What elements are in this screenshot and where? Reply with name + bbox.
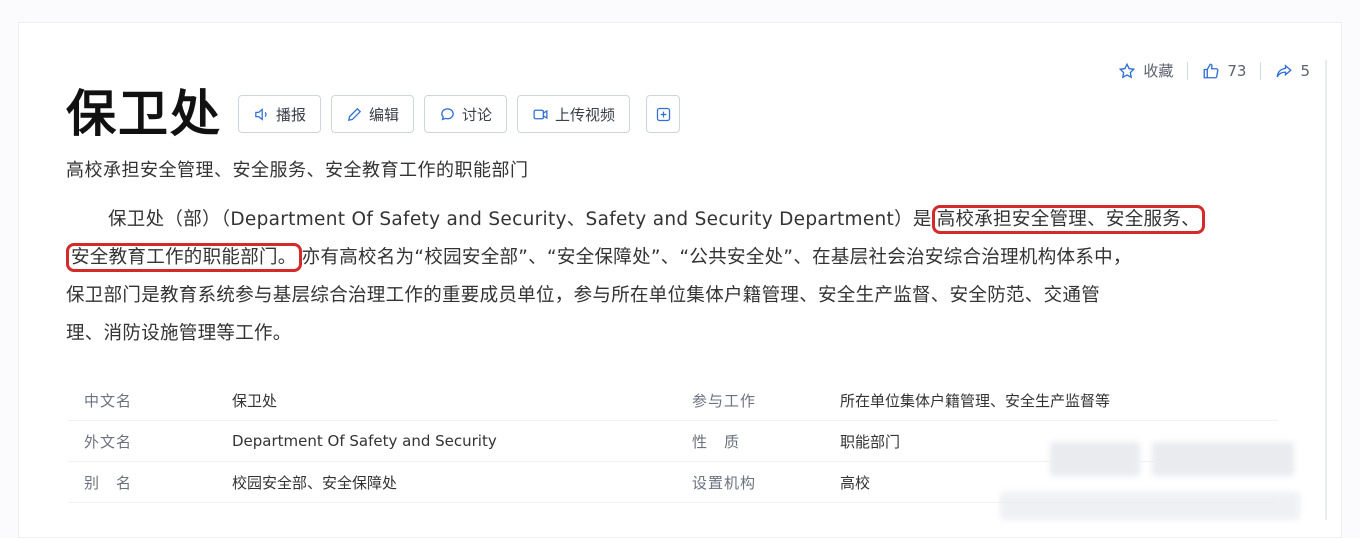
info-value: 保卫处 (232, 391, 278, 410)
upload-video-button[interactable]: 上传视频 (517, 95, 631, 133)
like-button[interactable]: 73 (1202, 62, 1246, 80)
edit-button[interactable]: 编辑 (331, 95, 415, 133)
divider (1187, 61, 1189, 80)
info-row: 中文名 保卫处 参与工作 所在单位集体户籍管理、安全生产监督等 (68, 380, 1278, 421)
paragraph-text: 保卫处（部）（Department Of Safety and Security… (108, 209, 932, 230)
favorite-label: 收藏 (1143, 62, 1174, 80)
info-value: 校园安全部、安全保障处 (232, 473, 398, 492)
favorite-button[interactable]: 收藏 (1118, 60, 1173, 81)
report-button[interactable]: 播报 (238, 95, 322, 133)
info-label: 性 质 (692, 432, 741, 451)
info-value: 职能部门 (840, 432, 901, 451)
plus-icon (656, 107, 670, 121)
paragraph-text: 亦有高校名为“校园安全部”、“安全保障处”、“公共安全处”、在基层社会治安综合治… (301, 247, 1132, 268)
chat-bubble-icon (441, 107, 454, 120)
pencil-icon (348, 107, 362, 121)
scroll-divider (1325, 60, 1327, 520)
thumbs-up-icon (1203, 63, 1219, 78)
highlighted-phrase: 安全教育工作的职能部门。 (66, 243, 302, 272)
share-count: 5 (1300, 61, 1310, 80)
info-label: 别 名 (84, 473, 133, 492)
info-value: Department Of Safety and Security (232, 432, 497, 450)
paragraph-line-4: 理、消防设施管理等工作。 (66, 323, 292, 344)
watermark (1152, 442, 1294, 476)
info-value: 高校 (840, 473, 871, 492)
share-button[interactable]: 5 (1275, 62, 1310, 80)
info-label: 外文名 (84, 432, 133, 451)
info-label: 设置机构 (692, 473, 757, 492)
watermark (1050, 442, 1140, 476)
speaker-icon (255, 107, 267, 121)
discuss-button[interactable]: 讨论 (424, 95, 508, 133)
like-count: 73 (1227, 61, 1247, 80)
entry-summary: 高校承担安全管理、安全服务、安全教育工作的职能部门 (66, 160, 529, 181)
report-label: 播报 (276, 105, 307, 124)
entry-paragraph: 保卫处（部）（Department Of Safety and Security… (66, 201, 1266, 353)
add-button[interactable] (646, 95, 681, 133)
paragraph-line-1: 保卫处（部）（Department Of Safety and Security… (66, 201, 1266, 239)
entry-actions: 收藏 73 5 (1118, 60, 1310, 81)
info-label: 参与工作 (692, 391, 757, 410)
paragraph-line-3: 保卫部门是教育系统参与基层综合治理工作的重要成员单位，参与所在单位集体户籍管理、… (66, 285, 1101, 306)
info-label: 中文名 (84, 391, 133, 410)
video-icon (533, 109, 548, 119)
discuss-label: 讨论 (462, 105, 493, 124)
entry-toolbar: 播报 编辑 讨论 上传视频 (238, 95, 681, 133)
page-title: 保卫处 (66, 84, 222, 143)
info-value: 所在单位集体户籍管理、安全生产监督等 (840, 391, 1111, 410)
paragraph-line-2: 安全教育工作的职能部门。 亦有高校名为“校园安全部”、“安全保障处”、“公共安全处… (66, 239, 1266, 277)
star-icon (1119, 62, 1136, 78)
edit-label: 编辑 (369, 105, 400, 124)
divider (1260, 61, 1262, 80)
watermark (1000, 492, 1300, 520)
highlighted-phrase: 高校承担安全管理、安全服务、 (931, 205, 1205, 234)
share-icon (1277, 63, 1293, 77)
upload-video-label: 上传视频 (555, 105, 616, 124)
